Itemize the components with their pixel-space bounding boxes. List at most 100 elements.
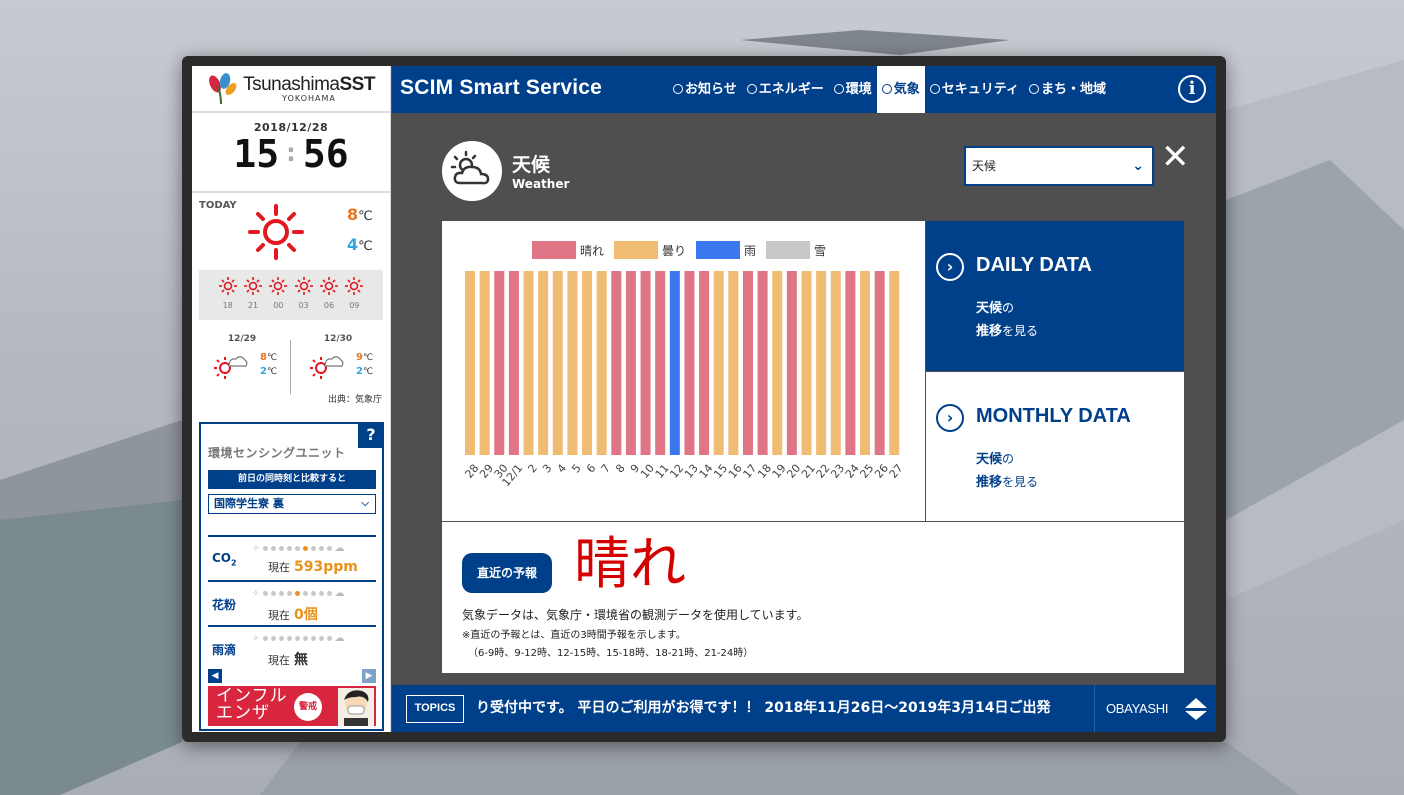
bar-12[interactable] xyxy=(669,271,680,455)
sun-icon xyxy=(248,204,304,260)
data-type-select[interactable]: 天候 ⌄ xyxy=(964,146,1154,186)
scroll-updown-icon[interactable] xyxy=(1184,697,1208,721)
topics-tag: TOPICS xyxy=(406,695,464,723)
leaf-logo-icon xyxy=(209,72,237,104)
hourly-time: 21 xyxy=(247,301,259,310)
logo-city: YOKOHAMA xyxy=(282,93,336,103)
bar-17[interactable] xyxy=(742,271,753,455)
monthly-data-card[interactable]: › MONTHLY DATA 天候の 推移を見る xyxy=(926,372,1184,521)
prev-arrow-icon[interactable]: ◀ xyxy=(208,669,222,683)
app-body: TsunashimaSST YOKOHAMA 2018/12/28 15:56 … xyxy=(192,66,1216,732)
bar-3[interactable] xyxy=(538,271,549,455)
bar-28[interactable] xyxy=(465,271,475,455)
next-arrow-icon[interactable]: ▶ xyxy=(362,669,376,683)
bar-20[interactable] xyxy=(786,271,797,455)
forecast-high: 9℃ xyxy=(356,352,374,363)
nav-item[interactable]: お知らせ xyxy=(668,66,742,113)
bar-22[interactable] xyxy=(816,271,827,455)
location-select[interactable]: 国際学生寮 裏 ⌵ xyxy=(208,494,376,514)
sun-icon xyxy=(269,277,288,295)
hourly-item: 09 xyxy=(344,277,364,320)
influenza-banner[interactable]: インフル エンザ 警戒 xyxy=(208,686,376,726)
sensor-name: 花粉 xyxy=(212,598,237,612)
sensor-row: CO2 ✧ ☁ 現在 593ppm xyxy=(208,535,376,579)
bar-8[interactable] xyxy=(611,271,622,455)
close-icon[interactable]: ✕ xyxy=(1161,140,1190,174)
x-tick-label: 3 xyxy=(540,462,554,476)
bar-15[interactable] xyxy=(713,271,724,455)
bar-13[interactable] xyxy=(684,271,695,455)
hourly-item: 21 xyxy=(243,277,263,320)
forecast-high: 8℃ xyxy=(260,352,278,363)
circle-icon xyxy=(1029,84,1040,94)
company-logo: OBAYASHI xyxy=(1106,701,1169,716)
latest-forecast-label: 直近の予報 xyxy=(462,553,552,593)
bar-24[interactable] xyxy=(845,271,856,455)
x-tick-label: 2 xyxy=(525,462,539,476)
nav-item[interactable]: 環境 xyxy=(829,66,877,113)
topics-ticker[interactable]: り受付中です。 平日のご利用がお得です！！ 2018年11月26日～2019年3… xyxy=(476,685,1082,732)
divider xyxy=(1094,685,1095,732)
bar-21[interactable] xyxy=(801,271,812,455)
hourly-time: 09 xyxy=(349,301,360,310)
data-note: 気象データは、気象庁・環境省の観測データを使用しています。 xyxy=(462,608,809,622)
bar-30[interactable] xyxy=(494,271,505,455)
top-header: SCIM Smart Service お知らせ エネルギー 環境 気象 セキュリティ まち… xyxy=(392,66,1216,113)
sensor-name: 雨滴 xyxy=(212,643,237,657)
weather-chart: 晴れ 曇り雨雪 28 29 30 12/1 2 3 4 5 6 7 8 9 10 11 12 13 14 15 16 1… xyxy=(442,221,925,521)
forecast-times: （6-9時、9-12時、12-15時、15-18時、18-21時、21-24時） xyxy=(468,648,754,659)
bar-9[interactable] xyxy=(625,271,636,455)
sun-icon xyxy=(319,277,338,295)
daily-data-card[interactable]: › DAILY DATA 天候の 推移を見る xyxy=(926,221,1184,371)
sensor-title: 環境センシングユニット xyxy=(208,446,346,460)
sensor-value: 現在無 xyxy=(268,652,308,668)
bar-12/1[interactable] xyxy=(508,271,519,455)
bar-18[interactable] xyxy=(757,271,768,455)
x-tick-label: 7 xyxy=(599,462,613,476)
forecast-day: 12/30 9℃ 2℃ xyxy=(296,334,380,379)
compare-label: 前日の同時刻と比較すると xyxy=(208,470,376,489)
bar-5[interactable] xyxy=(567,271,578,455)
forecast-date: 12/29 xyxy=(227,334,257,344)
nav-item[interactable]: まち・地域 xyxy=(1024,66,1111,113)
hourly-item: 18 xyxy=(218,277,238,320)
hourly-time: 18 xyxy=(222,301,233,310)
page-subtitle: Weather xyxy=(512,177,570,191)
nav-item[interactable]: エネルギー xyxy=(742,66,829,113)
bar-16[interactable] xyxy=(728,271,739,455)
nav-item[interactable]: セキュリティ xyxy=(925,66,1024,113)
bar-29[interactable] xyxy=(479,271,490,455)
hourly-item: 03 xyxy=(294,277,314,320)
bar-11[interactable] xyxy=(655,271,666,455)
level-max-icon: ☁ xyxy=(334,543,345,554)
sensor-pager: ◀ ▶ xyxy=(208,669,376,683)
forecast-date: 12/30 xyxy=(323,334,353,344)
sensor-value: 現在 0個 xyxy=(268,607,318,623)
logo: TsunashimaSST YOKOHAMA xyxy=(192,66,390,113)
circle-icon xyxy=(746,84,757,94)
bar-25[interactable] xyxy=(860,271,871,455)
nav-item[interactable]: 気象 xyxy=(876,66,925,113)
bar-7[interactable] xyxy=(596,271,607,455)
info-icon[interactable]: i xyxy=(1178,75,1206,103)
bar-10[interactable] xyxy=(640,271,651,455)
monthly-data-title: MONTHLY DATA xyxy=(976,405,1131,427)
bar-4[interactable] xyxy=(552,271,563,455)
bar-26[interactable] xyxy=(874,271,885,455)
sun-icon xyxy=(345,277,364,295)
bar-19[interactable] xyxy=(772,271,783,455)
level-meter: ✧ ☁ xyxy=(252,633,345,644)
help-button[interactable]: ? xyxy=(358,422,384,448)
bar-14[interactable] xyxy=(699,271,710,455)
forecast-low: 2℃ xyxy=(260,366,278,377)
sun-icon xyxy=(218,277,237,295)
divider xyxy=(290,340,291,394)
today-label: TODAY xyxy=(199,200,237,211)
main-nav: お知らせ エネルギー 環境 気象 セキュリティ まち・地域 xyxy=(668,66,1111,113)
bar-2[interactable] xyxy=(523,271,534,455)
level-max-icon: ☁ xyxy=(334,588,345,599)
current-date: 2018/12/28 xyxy=(253,121,329,134)
bar-23[interactable] xyxy=(830,271,841,455)
bar-27[interactable] xyxy=(889,271,900,455)
bar-6[interactable] xyxy=(582,271,593,455)
